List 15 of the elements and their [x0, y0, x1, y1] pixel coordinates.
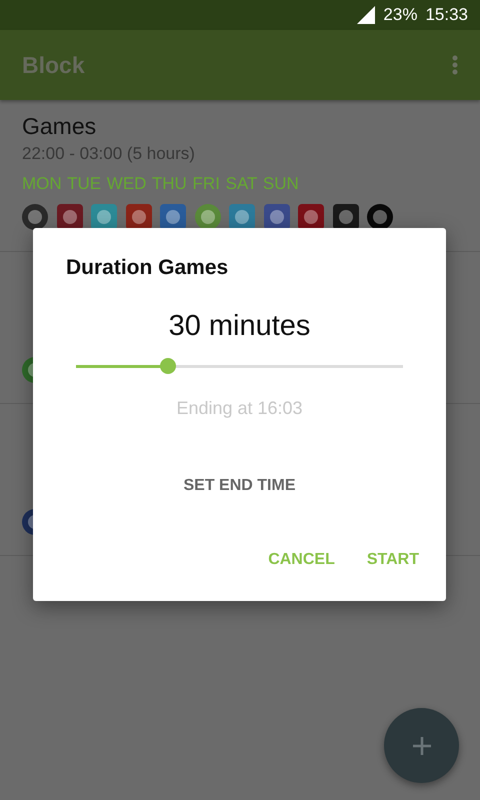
cancel-button[interactable]: CANCEL [260, 543, 343, 577]
battery-level: 23% [383, 5, 418, 25]
clock: 15:33 [425, 5, 468, 25]
add-button[interactable] [384, 708, 459, 783]
start-button[interactable]: START [358, 543, 427, 577]
set-end-time-button[interactable]: SET END TIME [175, 469, 304, 503]
overflow-menu-icon[interactable] [452, 55, 458, 75]
dialog-title: Duration Games [66, 256, 228, 280]
schedule-days: MON TUE WED THU FRI SAT SUN [22, 174, 299, 194]
plus-icon [412, 736, 432, 756]
duration-value: 30 minutes [168, 310, 310, 343]
signal-icon [357, 6, 376, 24]
slider-thumb[interactable] [160, 358, 176, 374]
app-title: Block [22, 52, 85, 78]
schedule-name: Games [22, 112, 96, 140]
